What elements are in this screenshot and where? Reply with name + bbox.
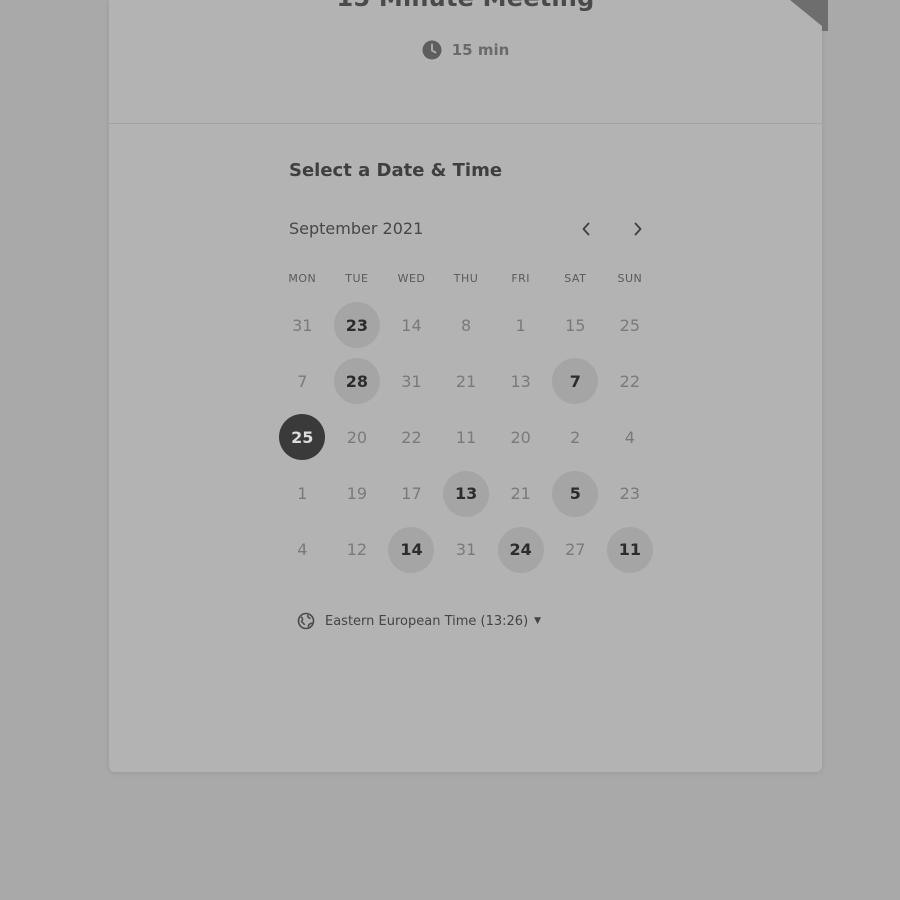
calendar-day-number: 27 bbox=[565, 540, 586, 560]
calendar-day-available[interactable]: 5 bbox=[548, 466, 603, 522]
calendar-day-available[interactable]: 28 bbox=[330, 353, 385, 409]
calendar-day-number: 4 bbox=[297, 540, 308, 560]
calendar-day-number: 5 bbox=[552, 470, 599, 517]
calendar-day-selected[interactable]: 25 bbox=[275, 409, 330, 465]
weekday-mon: MON bbox=[288, 272, 317, 285]
calendar-day-number: 31 bbox=[455, 540, 477, 560]
calendar-day-number: 11 bbox=[606, 526, 653, 573]
calendar-day-number: 25 bbox=[279, 414, 326, 461]
duration-label: 15 min bbox=[451, 41, 510, 59]
calendar-day-number: 21 bbox=[455, 371, 477, 391]
calendar-day: 21 bbox=[439, 353, 494, 409]
calendar-day-number: 28 bbox=[333, 358, 380, 405]
calendar-day-number: 22 bbox=[401, 427, 422, 447]
next-month-button[interactable] bbox=[625, 216, 651, 242]
calendar-day-number: 19 bbox=[346, 484, 368, 504]
weekday-thu: THU bbox=[453, 272, 479, 285]
calendar-day-number: 31 bbox=[292, 315, 313, 335]
calendar-day: 23 bbox=[603, 466, 658, 522]
calendar-day-number: 1 bbox=[297, 484, 308, 504]
calendar-day: 31 bbox=[384, 353, 439, 409]
calendar-day: 14 bbox=[384, 297, 439, 353]
calendar-grid: 31 23 14 8 1 15 25 7 28 31 21 13 7 22 25 20 22 11 20 2 4 1 19 1… bbox=[275, 297, 657, 578]
calendar-day-number: 14 bbox=[401, 315, 422, 335]
weekday-sat: SAT bbox=[564, 272, 587, 285]
header-divider bbox=[109, 123, 822, 124]
calendar-day: 19 bbox=[330, 466, 385, 522]
calendar-day-number: 12 bbox=[346, 540, 368, 560]
weekday-header: MON TUE WED THU FRI SAT SUN bbox=[275, 272, 657, 285]
calendar-day: 8 bbox=[439, 297, 494, 353]
calendar-day: 1 bbox=[275, 466, 330, 522]
timezone-selector[interactable]: Eastern European Time (13:26) ▼ bbox=[297, 612, 541, 630]
calendar-day: 17 bbox=[384, 466, 439, 522]
calendar-day: 1 bbox=[493, 297, 548, 353]
calendar-day-number: 2 bbox=[570, 427, 581, 447]
calendar-day: 31 bbox=[439, 522, 494, 578]
calendar-day-number: 4 bbox=[624, 427, 635, 447]
calendar-day: 2 bbox=[548, 409, 603, 465]
calendar-day-number: 7 bbox=[552, 358, 599, 405]
calendar-day: 4 bbox=[603, 409, 658, 465]
calendar-day-available[interactable]: 24 bbox=[493, 522, 548, 578]
weekday-fri: FRI bbox=[511, 272, 531, 285]
calendar-day-available[interactable]: 13 bbox=[439, 466, 494, 522]
weekday-tue: TUE bbox=[345, 272, 369, 285]
calendar-day: 27 bbox=[548, 522, 603, 578]
calendar-day: 25 bbox=[603, 297, 658, 353]
calendar-day-number: 20 bbox=[346, 427, 368, 447]
calendar-day: 20 bbox=[493, 409, 548, 465]
calendar-day-number: 8 bbox=[460, 315, 472, 335]
calendar-day-number: 20 bbox=[510, 427, 531, 447]
calendar-day: 12 bbox=[330, 522, 385, 578]
calendar-day-number: 31 bbox=[401, 371, 422, 391]
calendar-day-number: 11 bbox=[455, 427, 477, 447]
calendar-day-number: 23 bbox=[619, 484, 641, 504]
booking-card: 15 Minute Meeting 15 min Select a Date &… bbox=[109, 0, 822, 772]
chevron-left-icon bbox=[582, 222, 590, 236]
corner-ribbon bbox=[790, 0, 828, 31]
calendar-day-number: 13 bbox=[510, 371, 531, 391]
calendar-day: 7 bbox=[275, 353, 330, 409]
calendar-day-available[interactable]: 7 bbox=[548, 353, 603, 409]
select-date-heading: Select a Date & Time bbox=[289, 160, 503, 181]
calendar-day-number: 17 bbox=[401, 484, 422, 504]
calendar-day: 13 bbox=[493, 353, 548, 409]
calendar-day: 31 bbox=[275, 297, 330, 353]
timezone-label: Eastern European Time (13:26) bbox=[325, 613, 529, 629]
calendar-day: 11 bbox=[439, 409, 494, 465]
calendar-day-available[interactable]: 14 bbox=[384, 522, 439, 578]
calendar-day: 4 bbox=[275, 522, 330, 578]
calendar-day-number: 7 bbox=[297, 371, 308, 391]
calendar-day-number: 24 bbox=[497, 526, 544, 573]
calendar-day-number: 1 bbox=[515, 315, 526, 335]
calendar-day: 22 bbox=[384, 409, 439, 465]
calendar-day: 21 bbox=[493, 466, 548, 522]
calendar-day: 20 bbox=[330, 409, 385, 465]
prev-month-button[interactable] bbox=[573, 216, 599, 242]
weekday-wed: WED bbox=[397, 272, 426, 285]
month-label: September 2021 bbox=[289, 219, 424, 238]
clock-icon bbox=[422, 40, 442, 60]
calendar-day-number: 23 bbox=[333, 302, 380, 349]
calendar-day-number: 25 bbox=[619, 315, 641, 335]
globe-icon bbox=[297, 612, 315, 630]
caret-down-icon: ▼ bbox=[534, 616, 542, 626]
calendar-day: 15 bbox=[548, 297, 603, 353]
event-duration: 15 min bbox=[109, 40, 822, 60]
event-title: 15 Minute Meeting bbox=[109, 0, 822, 12]
calendar-day: 22 bbox=[603, 353, 658, 409]
calendar-day-number: 15 bbox=[565, 315, 586, 335]
calendar-day-number: 14 bbox=[388, 526, 435, 573]
weekday-sun: SUN bbox=[617, 272, 643, 285]
calendar-day-available[interactable]: 11 bbox=[603, 522, 658, 578]
calendar-day-number: 13 bbox=[443, 470, 490, 517]
calendar-day-number: 22 bbox=[619, 371, 641, 391]
calendar-day-available[interactable]: 23 bbox=[330, 297, 385, 353]
chevron-right-icon bbox=[634, 222, 642, 236]
calendar-day-number: 21 bbox=[510, 484, 531, 504]
